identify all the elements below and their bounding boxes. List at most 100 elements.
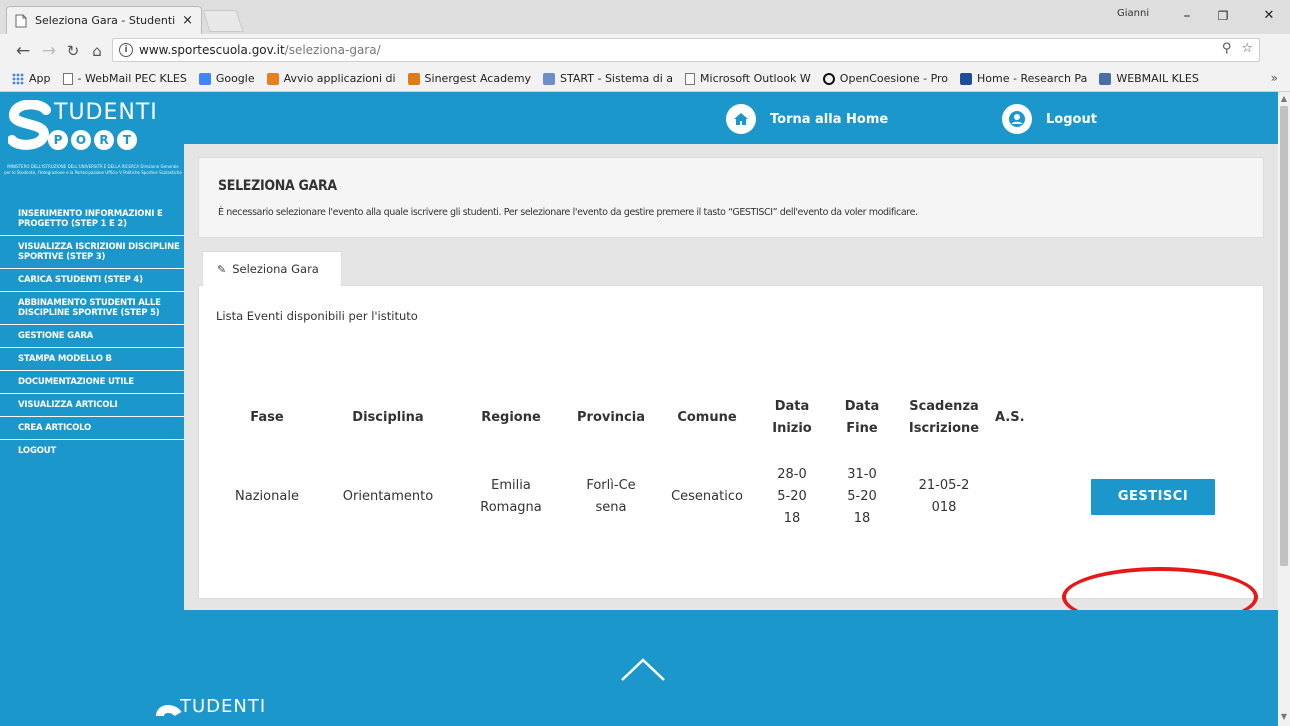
events-table: Fase Disciplina Regione Provincia Comune… <box>215 382 1233 540</box>
logo-sport-letters: P O R T <box>48 130 137 150</box>
column-header: Data Fine <box>827 382 897 454</box>
url-path: /seleziona-gara/ <box>284 43 381 57</box>
scrollbar-thumb[interactable] <box>1280 106 1288 566</box>
pencil-icon: ✎ <box>217 262 227 276</box>
bookmark-item[interactable]: - WebMail PEC KLES <box>62 72 187 85</box>
page-icon <box>685 72 696 85</box>
page-icon <box>15 14 27 27</box>
sidebar-item-stampa-modello[interactable]: STAMPA MODELLO B <box>0 347 184 370</box>
bookmark-label: OpenCoesione - Pro <box>839 72 949 85</box>
site-footer: TUDENTI <box>0 610 1278 726</box>
gestisci-button[interactable]: GESTISCI <box>1091 479 1215 515</box>
browser-toolbar: ← → ↻ ⌂ i www.sportescuola.gov.it/selezi… <box>0 34 1290 93</box>
footer-logo-text: TUDENTI <box>180 696 267 717</box>
bookmark-item[interactable]: Google <box>198 72 255 85</box>
logo-letter: T <box>117 130 137 150</box>
cell-provincia: Forlì-Cesena <box>565 454 657 540</box>
tab-seleziona-gara[interactable]: ✎ Seleziona Gara <box>202 251 342 286</box>
bookmark-label: Sinergest Academy <box>424 72 532 85</box>
cell-scadenza-text: 21-05-2018 <box>918 478 970 515</box>
column-header: Disciplina <box>352 410 424 425</box>
apps-grid-icon <box>12 72 24 85</box>
cell-as <box>991 454 1049 540</box>
column-header: Data Inizio <box>757 382 827 454</box>
scroll-up-icon[interactable]: ▲ <box>1278 94 1290 103</box>
table-row: Nazionale Orientamento Emilia Romagna Fo… <box>215 454 1233 540</box>
column-header: Regione <box>481 410 541 425</box>
bookmark-label: App <box>29 72 51 85</box>
page-icon <box>62 72 73 85</box>
research-icon <box>960 72 973 85</box>
cell-comune: Cesenatico <box>671 489 743 504</box>
browser-tab-strip: Seleziona Gara - Studenti × Gianni – ❐ ✕ <box>0 0 1290 34</box>
cell-data-inizio-text: 28-05-2018 <box>777 467 807 526</box>
ministry-caption: MINISTERO DELL'ISTRUZIONE DELL'UNIVERSIT… <box>4 164 182 175</box>
bookmark-label: Home - Research Pa <box>977 72 1088 85</box>
sidebar-item-documentazione[interactable]: DOCUMENTAZIONE UTILE <box>0 370 184 393</box>
bookmark-label: Google <box>215 72 255 85</box>
cell-scadenza: 21-05-2018 <box>897 454 991 540</box>
bookmark-item[interactable]: Sinergest Academy <box>407 72 532 85</box>
sidebar-item-crea-articolo[interactable]: CREA ARTICOLO <box>0 416 184 439</box>
new-tab-button[interactable] <box>202 10 244 32</box>
home-icon[interactable]: ⌂ <box>86 40 108 62</box>
sidebar-item-visualizza-iscrizioni[interactable]: VISUALIZZA ISCRIZIONI DISCIPLINE SPORTIV… <box>0 235 184 268</box>
bookmark-label: Microsoft Outlook W <box>700 72 811 85</box>
sidebar-item-abbinamento[interactable]: ABBINAMENTO STUDENTI ALLE DISCIPLINE SPO… <box>0 291 184 324</box>
studenti-sport-logo[interactable]: TUDENTI P O R T <box>8 100 178 160</box>
bookmark-item[interactable]: OpenCoesione - Pro <box>822 72 949 85</box>
start-icon <box>543 72 556 85</box>
bookmark-item[interactable]: Avvio applicazioni di <box>266 72 396 85</box>
bookmark-item[interactable]: START - Sistema di a <box>543 72 673 85</box>
close-window-icon[interactable]: ✕ <box>1254 6 1284 26</box>
cell-regione: Emilia Romagna <box>457 454 565 540</box>
logout-link[interactable]: Logout <box>1002 104 1097 134</box>
sidebar-item-inserimento[interactable]: INSERIMENTO INFORMAZIONI E PROGETTO (STE… <box>0 202 184 235</box>
column-header: Fase <box>250 410 284 425</box>
bookmark-item[interactable]: WEBMAIL KLES <box>1099 72 1199 85</box>
bookmark-label: Avvio applicazioni di <box>283 72 396 85</box>
profile-button[interactable]: Gianni <box>1117 8 1149 19</box>
logo-s-glyph <box>8 100 51 150</box>
cell-regione-text: Emilia Romagna <box>480 478 542 515</box>
restore-icon[interactable]: ❐ <box>1208 6 1238 26</box>
forward-icon[interactable]: → <box>38 40 60 62</box>
cell-action: GESTISCI <box>1049 454 1233 540</box>
footer-logo-s-glyph <box>156 705 182 717</box>
bookmarks-more-icon[interactable]: » <box>1271 71 1278 85</box>
house-icon <box>726 104 756 134</box>
sidebar: TUDENTI P O R T MINISTERO DELL'ISTRUZION… <box>0 92 184 610</box>
reload-icon[interactable]: ↻ <box>62 40 84 62</box>
page-description: È necessario selezionare l'evento alla q… <box>218 207 918 218</box>
webmail-icon <box>1099 72 1112 85</box>
cell-provincia-text: Forlì-Cesena <box>586 478 636 515</box>
bookmark-item[interactable]: Home - Research Pa <box>960 72 1087 85</box>
home-link-label: Torna alla Home <box>770 111 889 127</box>
back-icon[interactable]: ← <box>12 40 34 62</box>
table-header-row: Fase Disciplina Regione Provincia Comune… <box>215 382 1233 454</box>
page-scrollbar[interactable]: ▲ ▼ <box>1278 92 1290 726</box>
column-header-text: Data Fine <box>844 399 880 436</box>
bookmark-item[interactable]: Microsoft Outlook W <box>685 72 811 85</box>
sidebar-item-gestione-gara[interactable]: GESTIONE GARA <box>0 324 184 347</box>
zoom-icon[interactable]: ⚲ <box>1222 41 1232 56</box>
user-icon <box>1002 104 1032 134</box>
home-link[interactable]: Torna alla Home <box>726 104 888 134</box>
opencoesione-icon <box>822 72 835 85</box>
sidebar-item-logout[interactable]: LOGOUT <box>0 439 184 462</box>
sidebar-item-carica-studenti[interactable]: CARICA STUDENTI (STEP 4) <box>0 268 184 291</box>
site-info-icon[interactable]: i <box>119 43 133 57</box>
web-page: Torna alla Home Logout TUDENTI P O R T M… <box>0 92 1278 726</box>
bookmark-item[interactable]: App <box>12 72 51 85</box>
tab-close-icon[interactable]: × <box>182 13 193 28</box>
browser-tab-active[interactable]: Seleziona Gara - Studenti × <box>6 6 202 34</box>
scroll-down-icon[interactable]: ▼ <box>1278 712 1290 721</box>
scroll-top-icon[interactable] <box>620 658 666 682</box>
sidebar-item-visualizza-articoli[interactable]: VISUALIZZA ARTICOLI <box>0 393 184 416</box>
bookmark-star-icon[interactable]: ☆ <box>1241 41 1253 56</box>
logout-link-label: Logout <box>1046 111 1097 127</box>
logo-letter: P <box>48 130 68 150</box>
address-bar[interactable]: i www.sportescuola.gov.it/seleziona-gara… <box>112 38 1260 62</box>
minimize-icon[interactable]: – <box>1172 6 1202 26</box>
cell-data-fine-text: 31-05-2018 <box>847 467 877 526</box>
